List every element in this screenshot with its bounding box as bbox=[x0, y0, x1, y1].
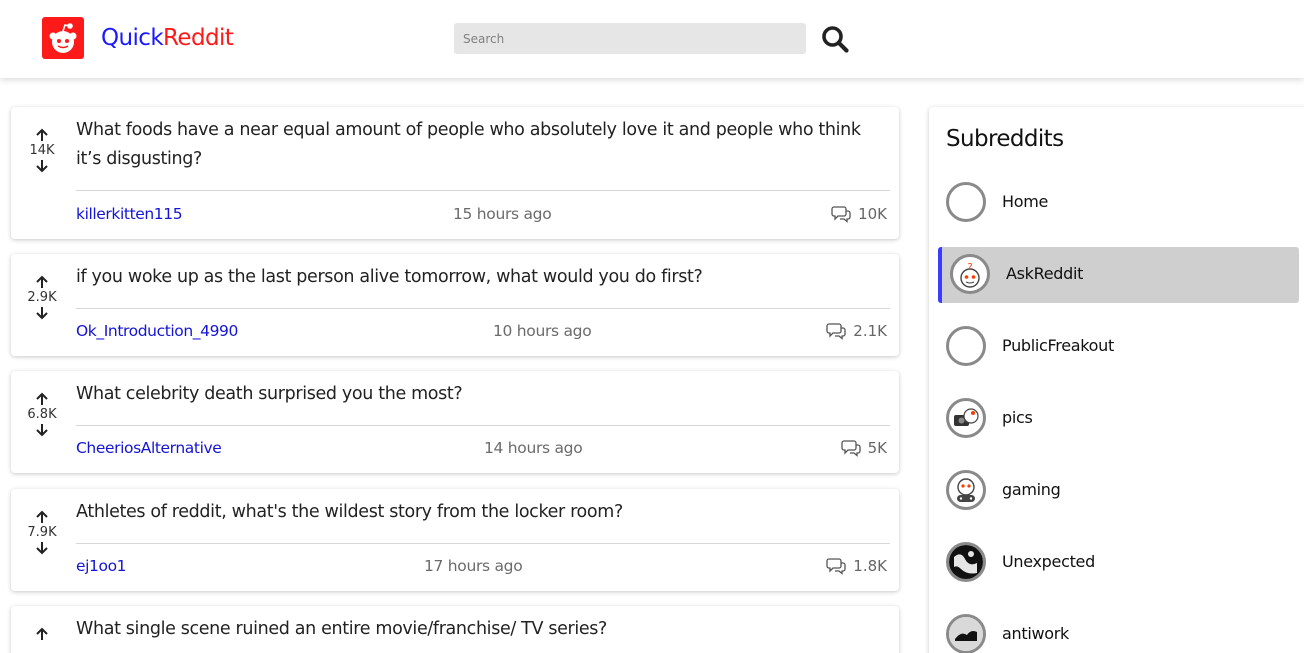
downvote-arrow-icon[interactable] bbox=[35, 541, 49, 555]
post-time: 17 hours ago bbox=[424, 557, 523, 575]
upvote-arrow-icon[interactable] bbox=[35, 128, 49, 142]
svg-text:?: ? bbox=[967, 262, 972, 273]
sidebar-item-label: antiwork bbox=[1002, 624, 1069, 643]
sidebar-item-askreddit[interactable]: ? AskReddit bbox=[938, 247, 1299, 303]
empty-circle-icon bbox=[946, 326, 986, 366]
post-time: 15 hours ago bbox=[453, 205, 552, 223]
post-time: 14 hours ago bbox=[484, 439, 583, 457]
vote-widget: 7.9K bbox=[25, 510, 59, 555]
downvote-arrow-icon[interactable] bbox=[35, 423, 49, 437]
sidebar-item-label: AskReddit bbox=[1006, 264, 1084, 283]
comments-icon bbox=[826, 558, 846, 575]
post-title[interactable]: What single scene ruined an entire movie… bbox=[76, 615, 886, 644]
post-card[interactable]: 6.8K What celebrity death surprised you … bbox=[11, 371, 899, 473]
post-comments[interactable]: 5K bbox=[840, 439, 887, 457]
askreddit-snoo-icon: ? bbox=[950, 254, 990, 294]
subreddits-sidebar: Subreddits Home ? AskReddit PublicFreako… bbox=[929, 107, 1304, 653]
post-card[interactable]: 7.9K Athletes of reddit, what's the wild… bbox=[11, 489, 899, 591]
upvote-arrow-icon[interactable] bbox=[35, 627, 49, 641]
post-divider bbox=[76, 308, 890, 309]
brand-name[interactable]: QuickReddit bbox=[101, 23, 234, 53]
vote-widget: 14K bbox=[25, 128, 59, 173]
vote-widget bbox=[25, 627, 59, 641]
upvote-arrow-icon[interactable] bbox=[35, 510, 49, 524]
upvote-arrow-icon[interactable] bbox=[35, 275, 49, 289]
sidebar-item-gaming[interactable]: gaming bbox=[938, 463, 1299, 519]
post-title[interactable]: Athletes of reddit, what's the wildest s… bbox=[76, 498, 886, 527]
search-input[interactable] bbox=[454, 23, 806, 54]
post-score: 14K bbox=[29, 143, 55, 158]
comment-count: 5K bbox=[867, 439, 887, 457]
post-title[interactable]: What foods have a near equal amount of p… bbox=[76, 116, 886, 174]
post-card[interactable]: What single scene ruined an entire movie… bbox=[11, 606, 899, 653]
downvote-arrow-icon[interactable] bbox=[35, 159, 49, 173]
antiwork-icon bbox=[946, 614, 986, 653]
post-card[interactable]: 14K What foods have a near equal amount … bbox=[11, 107, 899, 239]
post-author[interactable]: ej1oo1 bbox=[76, 557, 127, 575]
camera-snoo-icon bbox=[946, 398, 986, 438]
post-time: 10 hours ago bbox=[493, 322, 592, 340]
sidebar-item-antiwork[interactable]: antiwork bbox=[938, 607, 1299, 653]
brand-part-reddit: Reddit bbox=[163, 25, 234, 51]
vote-widget: 6.8K bbox=[25, 392, 59, 437]
post-divider bbox=[76, 190, 890, 191]
sidebar-item-label: PublicFreakout bbox=[1002, 336, 1114, 355]
post-card[interactable]: 2.9K if you woke up as the last person a… bbox=[11, 254, 899, 356]
search-icon bbox=[822, 26, 849, 53]
comments-icon bbox=[831, 206, 851, 223]
unexpected-icon bbox=[946, 542, 986, 582]
comment-count: 10K bbox=[858, 205, 887, 223]
post-score: 6.8K bbox=[27, 407, 57, 422]
vote-widget: 2.9K bbox=[25, 275, 59, 320]
upvote-arrow-icon[interactable] bbox=[35, 392, 49, 406]
comment-count: 1.8K bbox=[853, 557, 887, 575]
post-comments[interactable]: 1.8K bbox=[826, 557, 887, 575]
post-author[interactable]: killerkitten115 bbox=[76, 205, 183, 223]
post-author[interactable]: Ok_Introduction_4990 bbox=[76, 322, 238, 340]
post-author[interactable]: CheeriosAlternative bbox=[76, 439, 222, 457]
reddit-alien-icon[interactable] bbox=[42, 17, 84, 59]
post-title[interactable]: What celebrity death surprised you the m… bbox=[76, 380, 886, 409]
sidebar-item-label: gaming bbox=[1002, 480, 1061, 499]
gaming-snoo-icon bbox=[946, 470, 986, 510]
top-header: QuickReddit bbox=[0, 0, 1304, 78]
sidebar-item-pics[interactable]: pics bbox=[938, 391, 1299, 447]
sidebar-title: Subreddits bbox=[946, 126, 1064, 152]
post-comments[interactable]: 10K bbox=[831, 205, 887, 223]
sidebar-item-label: Unexpected bbox=[1002, 552, 1095, 571]
empty-circle-icon bbox=[946, 182, 986, 222]
sidebar-item-label: Home bbox=[1002, 192, 1049, 211]
post-divider bbox=[76, 425, 890, 426]
sidebar-item-unexpected[interactable]: Unexpected bbox=[938, 535, 1299, 591]
sidebar-item-label: pics bbox=[1002, 408, 1033, 427]
downvote-arrow-icon[interactable] bbox=[35, 306, 49, 320]
post-title[interactable]: if you woke up as the last person alive … bbox=[76, 263, 886, 292]
post-comments[interactable]: 2.1K bbox=[826, 322, 887, 340]
sidebar-item-publicfreakout[interactable]: PublicFreakout bbox=[938, 319, 1299, 375]
sidebar-item-home[interactable]: Home bbox=[938, 175, 1299, 231]
comments-icon bbox=[840, 440, 861, 457]
brand-part-quick: Quick bbox=[101, 25, 164, 51]
post-score: 7.9K bbox=[27, 525, 57, 540]
post-divider bbox=[76, 543, 890, 544]
comment-count: 2.1K bbox=[853, 322, 887, 340]
post-score: 2.9K bbox=[27, 290, 57, 305]
search-button[interactable] bbox=[820, 24, 852, 54]
comments-icon bbox=[826, 323, 846, 340]
